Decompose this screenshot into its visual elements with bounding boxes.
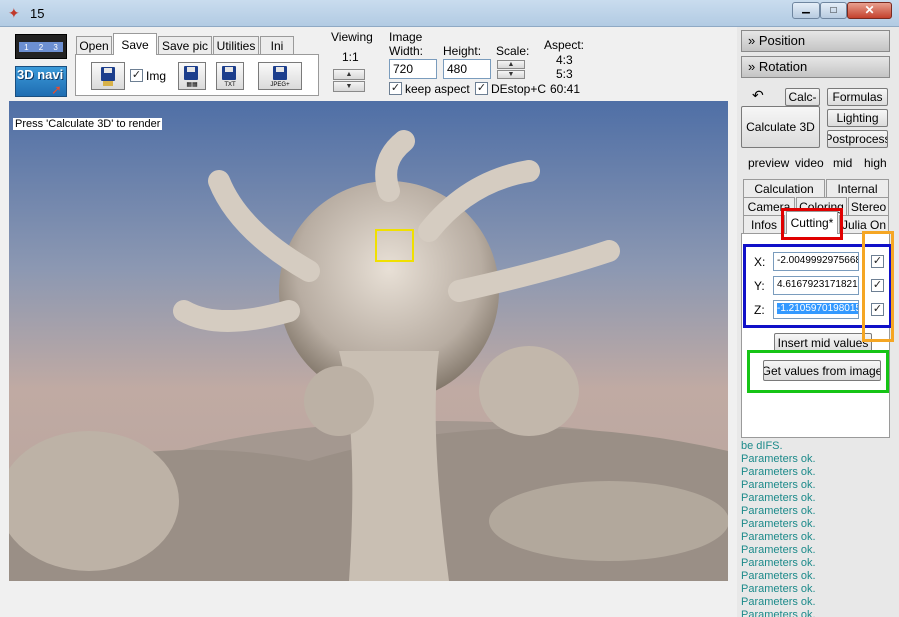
app-icon: ✦	[8, 5, 20, 21]
img-label: Img	[146, 69, 167, 83]
fractal-render-image	[9, 130, 728, 581]
lighting-button[interactable]: Lighting	[827, 109, 888, 127]
position-button[interactable]: » Position	[741, 30, 890, 52]
log-first-line: be dIFS.	[741, 440, 783, 452]
toolbar-tab-ini[interactable]: Ini	[260, 36, 294, 54]
formulas-button[interactable]: Formulas	[827, 88, 888, 106]
status-area	[9, 581, 728, 617]
window-title: 15	[30, 6, 45, 21]
minimize-button[interactable]: ▁	[792, 2, 820, 19]
viewing-up-button[interactable]: ▲	[333, 69, 365, 80]
toolbar: 123 3D navi ➚ Open Save Save pic Utiliti…	[9, 29, 729, 100]
log-line: Parameters ok.	[741, 570, 816, 582]
tab-internal[interactable]: Internal	[826, 179, 889, 197]
log-line: Parameters ok.	[741, 557, 816, 569]
quality-mid[interactable]: mid	[833, 156, 852, 170]
aspect-5-3[interactable]: 5:3	[556, 67, 573, 81]
log-line: Parameters ok.	[741, 505, 816, 517]
log-line: Parameters ok.	[741, 466, 816, 478]
image-label: Image	[389, 30, 423, 44]
width-label: Width:	[389, 44, 424, 58]
viewing-label: Viewing	[331, 30, 373, 44]
render-message: Press 'Calculate 3D' to render	[13, 118, 163, 130]
log-panel: be dIFS. Parameters ok. Parameters ok. Par…	[737, 440, 899, 617]
quality-video[interactable]: video	[795, 156, 824, 170]
quality-high[interactable]: high	[864, 156, 887, 170]
quality-preview[interactable]: preview	[748, 156, 789, 170]
calculate-3d-button[interactable]: Calculate 3D	[741, 106, 820, 148]
maximize-button[interactable]: □	[820, 2, 847, 19]
toolbar-tab-save-pic[interactable]: Save pic	[158, 36, 212, 54]
aspect-60-41[interactable]: 60:41	[550, 82, 580, 96]
log-line: Parameters ok.	[741, 518, 816, 530]
toolbar-tab-save[interactable]: Save	[113, 33, 157, 55]
viewing-down-button[interactable]: ▼	[333, 81, 365, 92]
destop-checkbox[interactable]: ✓	[475, 82, 488, 95]
film-strip-icon[interactable]: 123	[15, 34, 67, 59]
log-line: Parameters ok.	[741, 492, 816, 504]
scale-up-button[interactable]: ▲	[497, 60, 525, 69]
scale-label: Scale:	[496, 44, 530, 58]
destop-label: DEstop+C	[491, 82, 547, 96]
keep-aspect-label: keep aspect	[405, 82, 470, 96]
calc-minus-button[interactable]: Calc-	[785, 88, 820, 106]
green-highlight-box	[747, 350, 889, 393]
close-button[interactable]: ✕	[847, 2, 892, 19]
3d-navi-button[interactable]: 3D navi ➚	[15, 66, 67, 97]
scale-down-button[interactable]: ▼	[497, 70, 525, 79]
keep-aspect-checkbox[interactable]: ✓	[389, 82, 402, 95]
width-input[interactable]: 720	[389, 59, 437, 79]
postprocess-button[interactable]: Postprocess	[827, 130, 888, 148]
log-line: Parameters ok.	[741, 531, 816, 543]
log-line: Parameters ok.	[741, 609, 816, 617]
log-line: Parameters ok.	[741, 596, 816, 608]
tab-cutting[interactable]: Cutting*	[786, 211, 838, 234]
aspect-label: Aspect:	[544, 38, 585, 52]
toolbar-tab-open[interactable]: Open	[76, 36, 112, 54]
rotation-button[interactable]: » Rotation	[741, 56, 890, 78]
save-txt-floppy-icon[interactable]: TXT	[216, 62, 244, 90]
tab-calculation[interactable]: Calculation	[743, 179, 825, 197]
tab-stereo[interactable]: Stereo	[848, 197, 889, 215]
log-line: Parameters ok.	[741, 479, 816, 491]
title-bar: ✦ 15 ▁ □ ✕	[0, 0, 899, 27]
img-checkbox[interactable]: ✓	[130, 69, 143, 82]
height-label: Height:	[443, 44, 482, 58]
log-line: Parameters ok.	[741, 583, 816, 595]
aspect-4-3[interactable]: 4:3	[556, 53, 573, 67]
3d-navi-label: 3D navi	[17, 67, 64, 82]
viewing-value: 1:1	[342, 50, 359, 64]
save-floppy-grid-icon[interactable]: ▦▦	[178, 62, 206, 90]
undo-icon[interactable]: ↶	[752, 87, 764, 104]
render-viewport[interactable]: Press 'Calculate 3D' to render	[9, 101, 728, 581]
log-line: Parameters ok.	[741, 544, 816, 556]
save-parameters-floppy-icon[interactable]	[91, 62, 125, 90]
orange-highlight-box	[862, 231, 894, 342]
toolbar-tab-utilities[interactable]: Utilities	[213, 36, 259, 54]
log-line: Parameters ok.	[741, 453, 816, 465]
save-jpeg-floppy-icon[interactable]: JPEG+	[258, 62, 302, 90]
height-input[interactable]: 480	[443, 59, 491, 79]
yellow-highlight-box	[375, 229, 414, 262]
navi-arrow-icon: ➚	[51, 82, 62, 97]
tab-infos[interactable]: Infos	[743, 215, 785, 233]
